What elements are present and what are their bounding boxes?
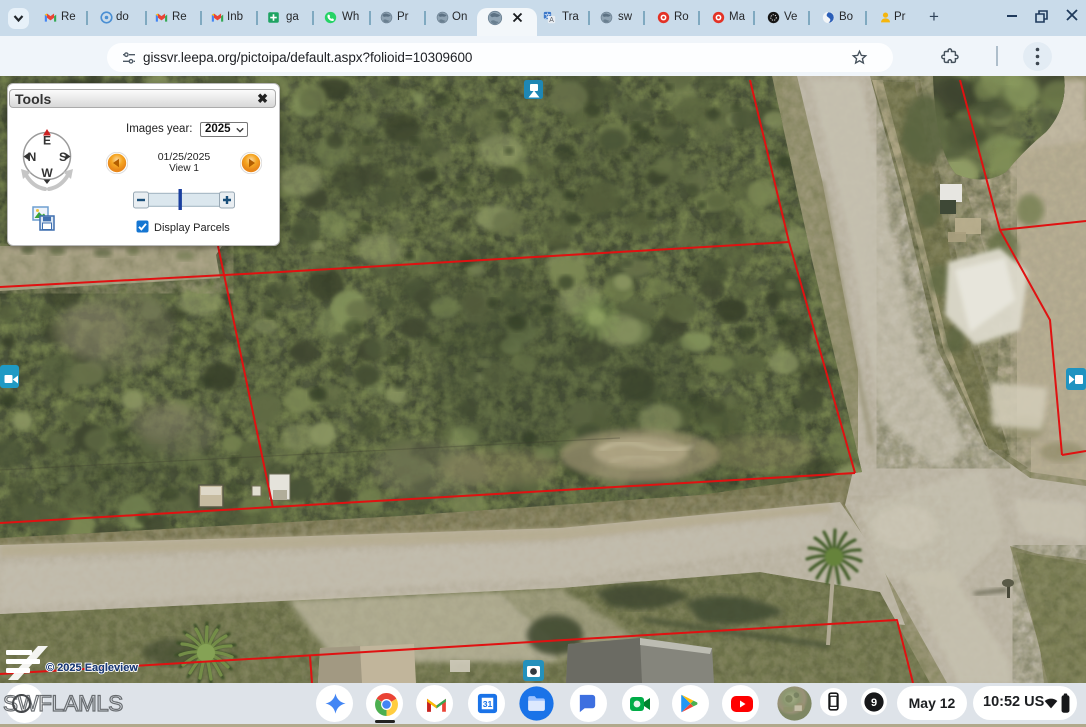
svg-text:E: E bbox=[43, 134, 51, 148]
svg-text:© 2025 Eagleview: © 2025 Eagleview bbox=[46, 662, 138, 674]
svg-text:W: W bbox=[41, 166, 53, 180]
svg-text:N: N bbox=[28, 150, 37, 164]
svg-text:31: 31 bbox=[483, 699, 493, 709]
svg-text:9: 9 bbox=[871, 697, 877, 709]
svg-text:A: A bbox=[549, 17, 554, 24]
